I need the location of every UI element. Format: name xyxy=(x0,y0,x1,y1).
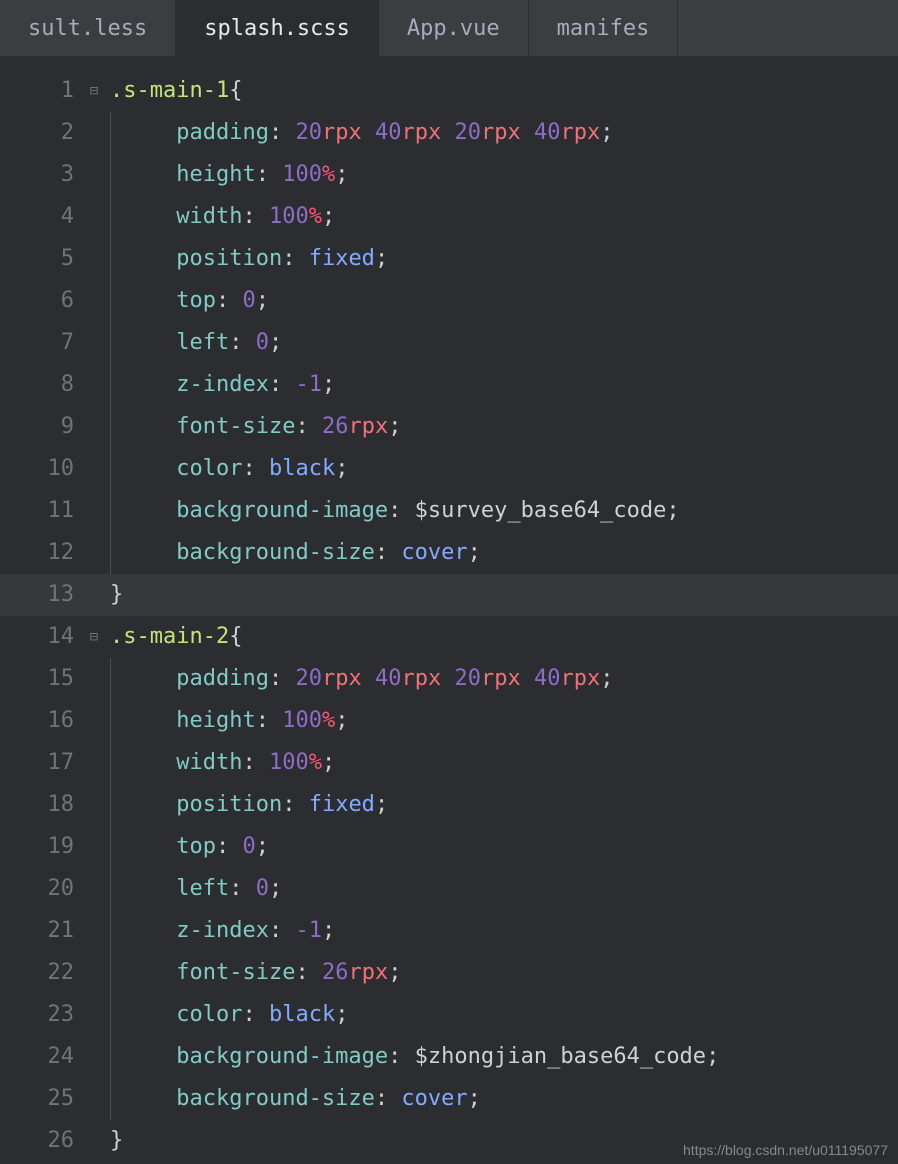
tab-label: splash.scss xyxy=(204,16,350,41)
code-line[interactable]: 11 background-image: $survey_base64_code… xyxy=(0,490,898,532)
code-content: background-size: cover; xyxy=(104,532,481,574)
tab-app-vue[interactable]: App.vue xyxy=(379,0,529,56)
line-number: 22 xyxy=(0,952,84,994)
code-content: height: 100%; xyxy=(104,154,348,196)
code-content: position: fixed; xyxy=(104,784,388,826)
line-number: 19 xyxy=(0,826,84,868)
line-number: 16 xyxy=(0,700,84,742)
code-editor[interactable]: 1 ⊟ .s-main-1{ 2 padding: 20rpx 40rpx 20… xyxy=(0,56,898,1162)
code-content: .s-main-1{ xyxy=(104,70,242,112)
line-number: 14 xyxy=(0,616,84,658)
fold-icon[interactable]: ⊟ xyxy=(84,70,104,112)
code-line[interactable]: 21 z-index: -1; xyxy=(0,910,898,952)
code-content: top: 0; xyxy=(104,826,269,868)
code-content: } xyxy=(104,574,123,616)
watermark: https://blog.csdn.net/u011195077 xyxy=(683,1142,888,1158)
code-line[interactable]: 14 ⊟ .s-main-2{ xyxy=(0,616,898,658)
code-content: color: black; xyxy=(104,448,348,490)
tab-sult-less[interactable]: sult.less xyxy=(0,0,176,56)
code-line[interactable]: 3 height: 100%; xyxy=(0,154,898,196)
code-content: z-index: -1; xyxy=(104,364,335,406)
code-content: position: fixed; xyxy=(104,238,388,280)
line-number: 1 xyxy=(0,70,84,112)
code-line[interactable]: 24 background-image: $zhongjian_base64_c… xyxy=(0,1036,898,1078)
code-line[interactable]: 2 padding: 20rpx 40rpx 20rpx 40rpx; xyxy=(0,112,898,154)
line-number: 2 xyxy=(0,112,84,154)
code-line[interactable]: 20 left: 0; xyxy=(0,868,898,910)
code-content: font-size: 26rpx; xyxy=(104,406,401,448)
tab-manifest[interactable]: manifes xyxy=(529,0,679,56)
code-content: top: 0; xyxy=(104,280,269,322)
code-line[interactable]: 8 z-index: -1; xyxy=(0,364,898,406)
line-number: 6 xyxy=(0,280,84,322)
code-content: background-image: $survey_base64_code; xyxy=(104,490,680,532)
line-number: 20 xyxy=(0,868,84,910)
code-content: left: 0; xyxy=(104,868,282,910)
code-content: .s-main-2{ xyxy=(104,616,242,658)
code-content: padding: 20rpx 40rpx 20rpx 40rpx; xyxy=(104,112,613,154)
code-line[interactable]: 12 background-size: cover; xyxy=(0,532,898,574)
code-content: background-image: $zhongjian_base64_code… xyxy=(104,1036,719,1078)
line-number: 26 xyxy=(0,1120,84,1162)
code-line[interactable]: 23 color: black; xyxy=(0,994,898,1036)
code-content: width: 100%; xyxy=(104,742,335,784)
line-number: 17 xyxy=(0,742,84,784)
line-number: 15 xyxy=(0,658,84,700)
code-line[interactable]: 18 position: fixed; xyxy=(0,784,898,826)
code-line[interactable]: 25 background-size: cover; xyxy=(0,1078,898,1120)
code-line[interactable]: 16 height: 100%; xyxy=(0,700,898,742)
line-number: 23 xyxy=(0,994,84,1036)
line-number: 11 xyxy=(0,490,84,532)
code-line[interactable]: 13 } xyxy=(0,574,898,616)
code-content: color: black; xyxy=(104,994,348,1036)
code-line[interactable]: 1 ⊟ .s-main-1{ xyxy=(0,70,898,112)
code-line[interactable]: 15 padding: 20rpx 40rpx 20rpx 40rpx; xyxy=(0,658,898,700)
code-content: padding: 20rpx 40rpx 20rpx 40rpx; xyxy=(104,658,613,700)
tab-label: manifes xyxy=(557,16,650,41)
line-number: 9 xyxy=(0,406,84,448)
code-content: background-size: cover; xyxy=(104,1078,481,1120)
tab-splash-scss[interactable]: splash.scss xyxy=(176,0,379,56)
tab-label: App.vue xyxy=(407,16,500,41)
code-line[interactable]: 4 width: 100%; xyxy=(0,196,898,238)
code-content: width: 100%; xyxy=(104,196,335,238)
line-number: 18 xyxy=(0,784,84,826)
line-number: 13 xyxy=(0,574,84,616)
code-content: height: 100%; xyxy=(104,700,348,742)
code-line[interactable]: 17 width: 100%; xyxy=(0,742,898,784)
code-line[interactable]: 7 left: 0; xyxy=(0,322,898,364)
code-line[interactable]: 10 color: black; xyxy=(0,448,898,490)
line-number: 5 xyxy=(0,238,84,280)
code-content: font-size: 26rpx; xyxy=(104,952,401,994)
tab-bar: sult.less splash.scss App.vue manifes xyxy=(0,0,898,56)
tab-label: sult.less xyxy=(28,16,147,41)
line-number: 8 xyxy=(0,364,84,406)
code-line[interactable]: 5 position: fixed; xyxy=(0,238,898,280)
code-content: left: 0; xyxy=(104,322,282,364)
code-line[interactable]: 22 font-size: 26rpx; xyxy=(0,952,898,994)
fold-icon[interactable]: ⊟ xyxy=(84,616,104,658)
line-number: 24 xyxy=(0,1036,84,1078)
code-content: z-index: -1; xyxy=(104,910,335,952)
line-number: 4 xyxy=(0,196,84,238)
line-number: 12 xyxy=(0,532,84,574)
line-number: 7 xyxy=(0,322,84,364)
code-content: } xyxy=(104,1120,123,1162)
line-number: 25 xyxy=(0,1078,84,1120)
line-number: 3 xyxy=(0,154,84,196)
line-number: 21 xyxy=(0,910,84,952)
code-line[interactable]: 6 top: 0; xyxy=(0,280,898,322)
code-line[interactable]: 9 font-size: 26rpx; xyxy=(0,406,898,448)
line-number: 10 xyxy=(0,448,84,490)
code-line[interactable]: 19 top: 0; xyxy=(0,826,898,868)
